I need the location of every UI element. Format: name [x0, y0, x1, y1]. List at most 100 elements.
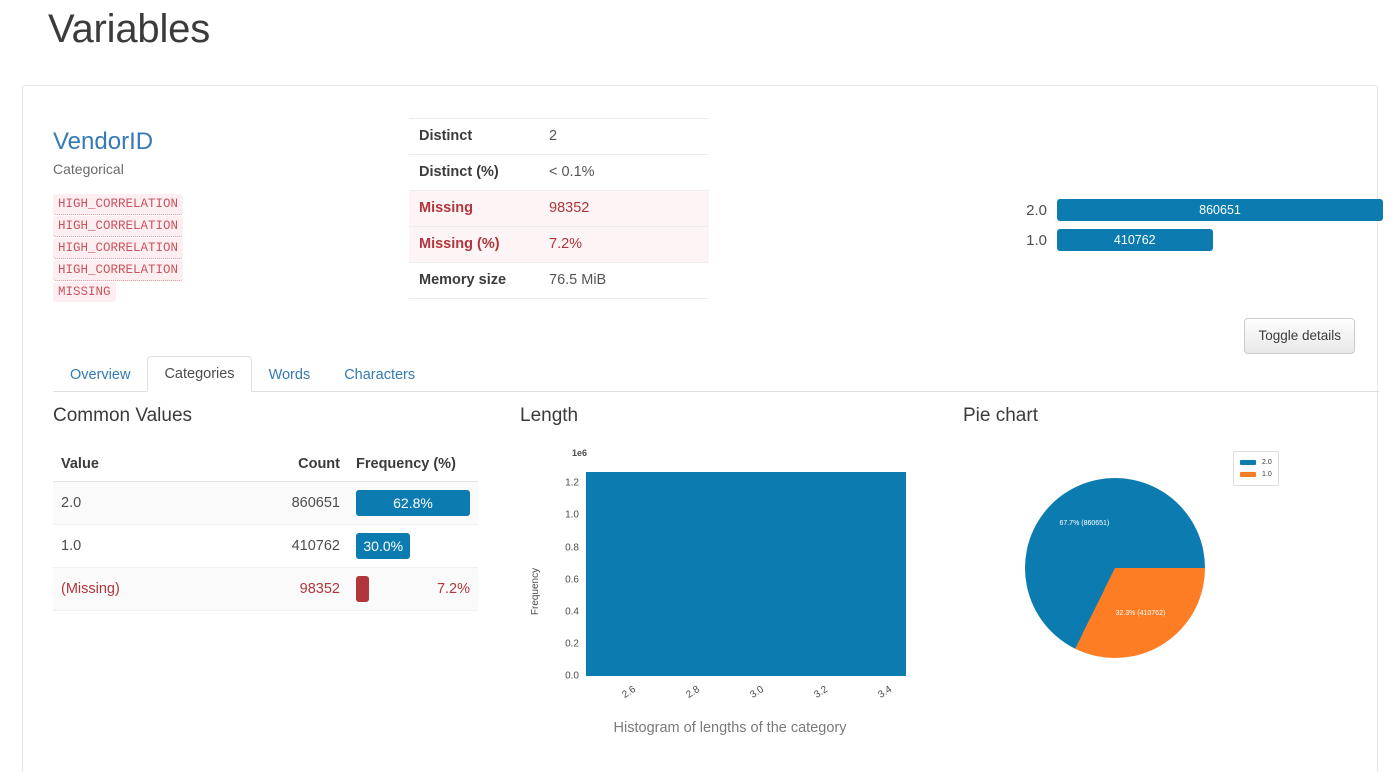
column-header-count: Count [211, 448, 348, 482]
cell-count: 98352 [211, 567, 348, 611]
stat-label: Distinct [419, 128, 473, 144]
y-axis-label: Frequency [530, 567, 542, 616]
status-badge[interactable]: MISSING [53, 282, 116, 302]
y-axis-tick-label: 0.0 [565, 670, 579, 682]
stat-value: 2 [549, 128, 558, 144]
bar-row: 1.0 410762 [1023, 228, 1383, 252]
cell-frequency: 30.0% [348, 524, 478, 568]
cell-value: (Missing) [53, 567, 212, 611]
length-title: Length [520, 405, 579, 426]
bar-track: 410762 [1057, 229, 1383, 251]
table-header-row: Value Count Frequency (%) [53, 448, 478, 482]
x-axis-tick-label: 3.2 [812, 684, 830, 701]
bar-track: 30.0% [356, 533, 470, 559]
legend-label: 2.0 [1262, 459, 1272, 466]
alert-badge-list: HIGH_CORRELATION HIGH_CORRELATION HIGH_C… [53, 194, 184, 302]
table-row: Missing (%) 7.2% [409, 226, 709, 263]
cell-value: 2.0 [53, 481, 212, 525]
frequency-label: 7.2% [436, 581, 470, 597]
stat-value: 76.5 MiB [549, 272, 607, 288]
bar-track: 62.8% [356, 490, 470, 516]
legend-color-swatch [1240, 460, 1256, 465]
tab-words[interactable]: Words [252, 357, 328, 392]
bar-category-label: 1.0 [1026, 231, 1047, 249]
cell-count: 410762 [211, 524, 348, 568]
bar-track: 860651 [1057, 199, 1383, 221]
x-axis-tick-label: 3.4 [876, 684, 894, 701]
y-axis-tick-label: 1.0 [565, 509, 579, 521]
stat-label: Missing [419, 200, 473, 216]
column-header-frequency: Frequency (%) [348, 448, 478, 482]
table-row: (Missing) 98352 7.2% [53, 567, 478, 611]
y-axis-tick-label: 0.2 [565, 638, 579, 650]
table-row: 1.0 410762 30.0% [53, 524, 478, 568]
pie-panel: Pie chart 67.7% (860651) 32.3% (410762) … [963, 404, 1383, 736]
length-panel: Length 1e6 Frequency 0.0 0.2 0.4 0.6 0.8 1.0 1… [520, 404, 940, 766]
table-row: Memory size 76.5 MiB [409, 262, 709, 299]
bar-track: 7.2% [356, 576, 470, 602]
common-values-table: Value Count Frequency (%) 2.0 860651 62.… [53, 448, 478, 611]
bar-fill: 410762 [1057, 229, 1213, 251]
histogram-caption: Histogram of lengths of the category [613, 720, 847, 736]
common-values-panel: Common Values Value Count Frequency (%) … [53, 404, 498, 611]
bar-fill: 30.0% [356, 533, 411, 559]
x-axis-tick-label: 2.6 [620, 684, 638, 701]
cell-frequency: 7.2% [348, 567, 478, 611]
bar-fill [356, 576, 370, 602]
bar-fill: 860651 [1057, 199, 1383, 221]
length-histogram: 1e6 Frequency 0.0 0.2 0.4 0.6 0.8 1.0 1.2 2.6 2.… [520, 436, 940, 766]
pie-chart: 67.7% (860651) 32.3% (410762) 2.0 1.0 [963, 436, 1383, 736]
pie-shape [1025, 478, 1205, 658]
status-badge[interactable]: HIGH_CORRELATION [53, 260, 184, 281]
variable-card-header: VendorID Categorical HIGH_CORRELATION HI… [23, 86, 1383, 354]
page-title: Variables [48, 7, 210, 51]
legend-item: 1.0 [1240, 469, 1272, 480]
plot-area: 0.0 0.2 0.4 0.6 0.8 1.0 1.2 2.6 2.8 3.0 3.2 3.4 [565, 464, 906, 701]
table-row: Distinct 2 [409, 118, 709, 155]
pie-slice-label: 67.7% (860651) [1059, 519, 1110, 527]
toggle-details-button[interactable]: Toggle details [1244, 318, 1355, 354]
tab-bar: Overview Categories Words Characters [53, 356, 1379, 392]
stat-label: Distinct (%) [419, 164, 499, 180]
value-counts-bar-chart: 2.0 860651 1.0 410762 [1023, 198, 1383, 258]
tab-panel-categories: Common Values Value Count Frequency (%) … [23, 404, 1377, 772]
variable-card: VendorID Categorical HIGH_CORRELATION HI… [22, 85, 1383, 772]
pie-title: Pie chart [963, 405, 1038, 426]
status-badge[interactable]: HIGH_CORRELATION [53, 238, 184, 259]
bar-row: 2.0 860651 [1023, 198, 1383, 222]
cell-frequency: 62.8% [348, 481, 478, 525]
bar-category-label: 2.0 [1026, 201, 1047, 219]
legend-label: 1.0 [1262, 471, 1272, 478]
variable-type: Categorical [53, 161, 124, 177]
variable-name[interactable]: VendorID [53, 128, 153, 156]
column-header-value: Value [53, 448, 212, 482]
stat-value: 7.2% [549, 236, 583, 252]
pie-slice-label: 32.3% (410762) [1115, 609, 1166, 617]
table-row: 2.0 860651 62.8% [53, 481, 478, 525]
stat-value: 98352 [549, 200, 590, 216]
table-row: Missing 98352 [409, 190, 709, 227]
statistics-table: Distinct 2 Distinct (%) < 0.1% Missing 9… [409, 118, 709, 299]
x-axis-tick-label: 3.0 [748, 684, 766, 701]
pie-legend: 2.0 1.0 [1233, 451, 1279, 486]
histogram-bar [586, 471, 906, 676]
stat-label: Memory size [419, 272, 507, 288]
cell-count: 860651 [211, 481, 348, 525]
stat-value: < 0.1% [549, 164, 595, 180]
y-axis-tick-label: 0.6 [565, 574, 579, 586]
tab-characters[interactable]: Characters [327, 357, 432, 392]
y-axis-tick-label: 0.4 [565, 606, 579, 618]
bar-fill: 62.8% [356, 490, 470, 516]
common-values-title: Common Values [53, 405, 193, 426]
x-axis-tick-label: 2.8 [684, 684, 702, 701]
y-axis-tick-label: 1.2 [565, 477, 579, 489]
variables-page: Variables VendorID Categorical HIGH_CORR… [0, 0, 1400, 772]
tab-categories[interactable]: Categories [147, 356, 252, 392]
y-axis-exponent-label: 1e6 [572, 448, 588, 458]
status-badge[interactable]: HIGH_CORRELATION [53, 216, 184, 237]
legend-item: 2.0 [1240, 457, 1272, 468]
y-axis-tick-label: 0.8 [565, 542, 579, 553]
status-badge[interactable]: HIGH_CORRELATION [53, 194, 184, 215]
tab-overview[interactable]: Overview [53, 357, 147, 392]
cell-value: 1.0 [53, 524, 212, 568]
